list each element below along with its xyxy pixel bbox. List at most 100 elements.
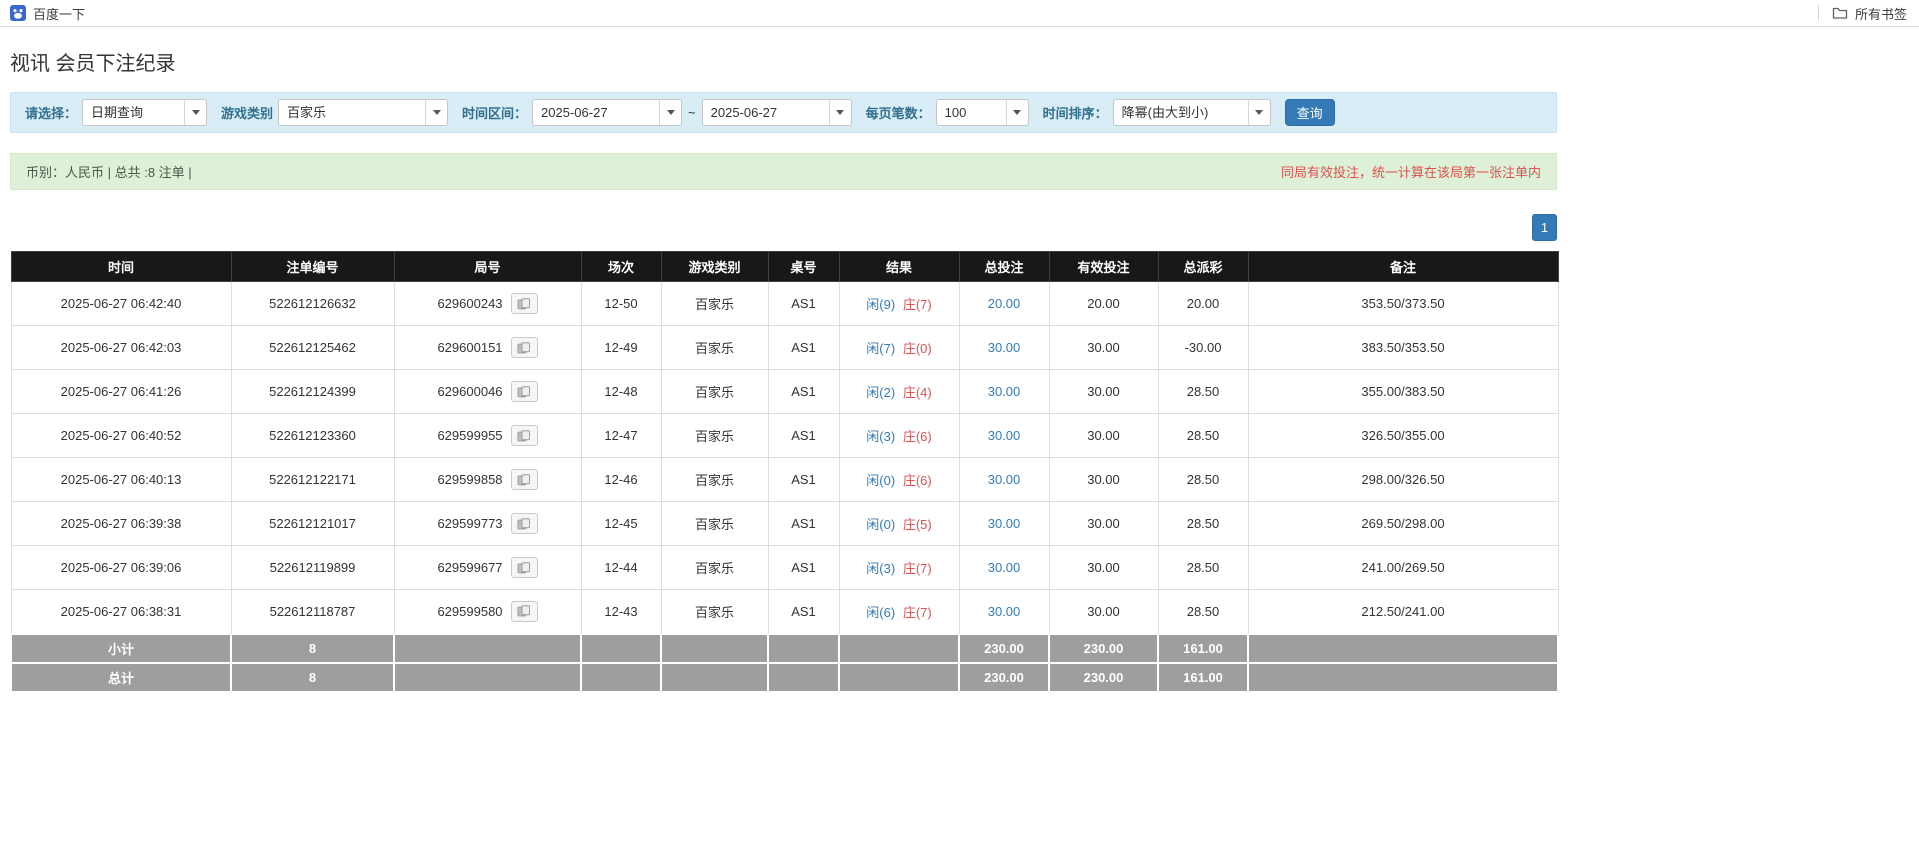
bet-no-cell: 522612123360: [230, 413, 395, 458]
all-bookmarks-button[interactable]: 所有书签: [1832, 4, 1907, 23]
empty-cell: [767, 661, 840, 693]
chevron-down-icon[interactable]: [828, 100, 851, 125]
date-to-picker[interactable]: 2025-06-27: [701, 99, 852, 126]
result-banker: 庄(4): [902, 385, 932, 400]
game-type-dropdown[interactable]: 百家乐: [278, 99, 449, 126]
grand-total-count: 8: [230, 661, 395, 693]
payout-cell: 20.00: [1157, 281, 1249, 326]
cards-icon: [517, 605, 530, 617]
notice-text: 同局有效投注，统一计算在该局第一张注单内: [1280, 165, 1541, 180]
table-body: 2025-06-27 06:42:40 522612126632 6296002…: [10, 281, 1559, 634]
total-bet-link[interactable]: 30.00: [988, 560, 1021, 575]
select-type-dropdown[interactable]: 日期查询: [82, 99, 208, 126]
total-bet-link[interactable]: 30.00: [988, 604, 1021, 619]
round-result-button[interactable]: [510, 381, 538, 402]
round-result-button[interactable]: [510, 469, 538, 490]
date-from-picker[interactable]: 2025-06-27: [532, 99, 683, 126]
total-bet-link[interactable]: 20.00: [988, 296, 1021, 311]
empty-cell: [660, 661, 769, 693]
chevron-down-icon[interactable]: [184, 100, 206, 125]
time-cell: 2025-06-27 06:38:31: [10, 589, 232, 634]
valid-bet-cell: 20.00: [1048, 281, 1159, 326]
round-result-button[interactable]: [510, 513, 538, 534]
remark-cell: 383.50/353.50: [1247, 325, 1559, 370]
pagination: 1: [10, 214, 1557, 241]
select-type-label: 请选择：: [25, 106, 78, 121]
col-header-session: 场次: [580, 251, 662, 282]
table-no-cell: AS1: [767, 501, 840, 546]
valid-bet-cell: 30.00: [1048, 325, 1159, 370]
cards-icon: [517, 429, 530, 441]
time-cell: 2025-06-27 06:42:40: [10, 281, 232, 326]
cards-icon: [517, 297, 530, 309]
valid-bet-cell: 30.00: [1048, 413, 1159, 458]
payout-cell: 28.50: [1157, 501, 1249, 546]
page-button-1[interactable]: 1: [1532, 214, 1557, 241]
subtotal-count: 8: [230, 632, 395, 664]
page-content: 视讯 会员下注纪录 请选择： 日期查询 游戏类别 百家乐 时间区间： 2025-…: [10, 47, 1559, 693]
valid-bet-cell: 30.00: [1048, 589, 1159, 634]
total-bet-link[interactable]: 30.00: [988, 472, 1021, 487]
table-row: 2025-06-27 06:42:40 522612126632 6296002…: [10, 281, 1559, 326]
game-type-cell: 百家乐: [660, 369, 769, 414]
round-result-button[interactable]: [510, 293, 538, 314]
chevron-down-icon[interactable]: [1005, 100, 1028, 125]
round-result-button[interactable]: [510, 557, 538, 578]
time-cell: 2025-06-27 06:39:06: [10, 545, 232, 590]
round-no: 629599677: [437, 560, 503, 575]
table-row: 2025-06-27 06:38:31 522612118787 6295995…: [10, 589, 1559, 634]
subtotal-total-payout: 161.00: [1157, 632, 1249, 664]
baidu-favicon-icon: [10, 5, 26, 21]
payout-cell: 28.50: [1157, 457, 1249, 502]
sort-order-dropdown[interactable]: 降幂(由大到小): [1112, 99, 1271, 126]
grand-total-total-payout: 161.00: [1157, 661, 1249, 693]
chevron-down-icon[interactable]: [425, 100, 447, 125]
round-result-button[interactable]: [510, 337, 538, 358]
result-banker: 庄(6): [902, 429, 932, 444]
page-title: 视讯 会员下注纪录: [10, 53, 176, 75]
session-cell: 12-44: [580, 545, 662, 590]
grand-total-row: 总计 8 230.00 230.00 161.00: [10, 661, 1559, 693]
empty-cell: [838, 661, 960, 693]
remark-cell: 269.50/298.00: [1247, 501, 1559, 546]
col-header-total-payout: 总派彩: [1157, 251, 1249, 282]
round-no-cell: 629599858: [393, 457, 582, 502]
total-bet-link[interactable]: 30.00: [988, 384, 1021, 399]
round-no-cell: 629599955: [393, 413, 582, 458]
session-cell: 12-46: [580, 457, 662, 502]
bet-no-cell: 522612118787: [230, 589, 395, 634]
table-no-cell: AS1: [767, 281, 840, 326]
subtotal-valid-bet: 230.00: [1048, 632, 1159, 664]
result-cell: 闲(0) 庄(5): [838, 501, 960, 546]
round-no: 629600046: [437, 384, 503, 399]
table-row: 2025-06-27 06:41:26 522612124399 6296000…: [10, 369, 1559, 414]
valid-bet-cell: 30.00: [1048, 457, 1159, 502]
page-size-dropdown[interactable]: 100: [935, 99, 1029, 126]
total-bet-link[interactable]: 30.00: [988, 516, 1021, 531]
result-player: 闲(6): [866, 604, 896, 620]
game-type-cell: 百家乐: [660, 589, 769, 634]
session-cell: 12-43: [580, 589, 662, 634]
empty-cell: [580, 632, 662, 664]
payout-cell: 28.50: [1157, 545, 1249, 590]
round-result-button[interactable]: [510, 425, 538, 446]
chevron-down-icon[interactable]: [1247, 100, 1270, 125]
game-type-label: 游戏类别: [221, 106, 274, 121]
search-button[interactable]: 查询: [1284, 99, 1335, 126]
sort-order-value: 降幂(由大到小): [1121, 105, 1209, 120]
total-bet-cell: 30.00: [958, 545, 1050, 590]
subtotal-row: 小计 8 230.00 230.00 161.00: [10, 632, 1559, 664]
bookmark-item[interactable]: 百度一下: [10, 4, 85, 23]
total-bet-cell: 30.00: [958, 457, 1050, 502]
round-no: 629600243: [437, 296, 503, 311]
result-banker: 庄(0): [902, 341, 932, 356]
total-bet-link[interactable]: 30.00: [988, 340, 1021, 355]
date-range-label: 时间区间：: [462, 106, 528, 121]
result-player: 闲(2): [866, 385, 896, 400]
total-bet-link[interactable]: 30.00: [988, 428, 1021, 443]
round-result-button[interactable]: [510, 600, 538, 622]
chevron-down-icon[interactable]: [659, 100, 681, 125]
subtotal-total-bet: 230.00: [958, 632, 1050, 664]
grand-total-valid-bet: 230.00: [1048, 661, 1159, 693]
remark-cell: 353.50/373.50: [1247, 281, 1559, 326]
